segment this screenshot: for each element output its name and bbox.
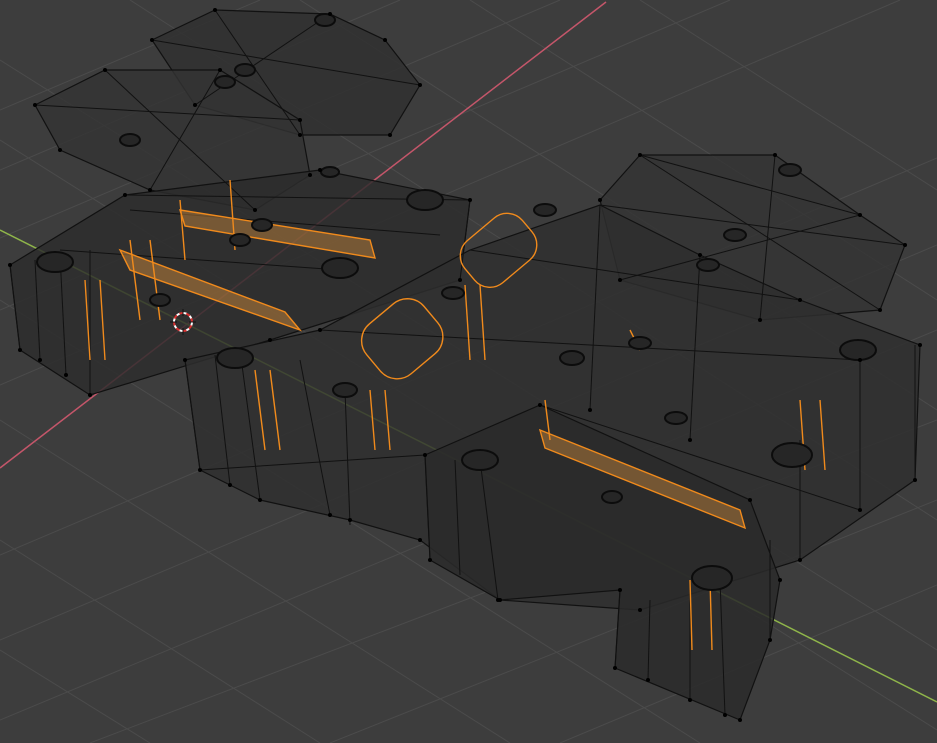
viewport-canvas[interactable] bbox=[0, 0, 937, 743]
building-mesh[interactable] bbox=[8, 8, 922, 722]
3d-viewport[interactable] bbox=[0, 0, 937, 743]
